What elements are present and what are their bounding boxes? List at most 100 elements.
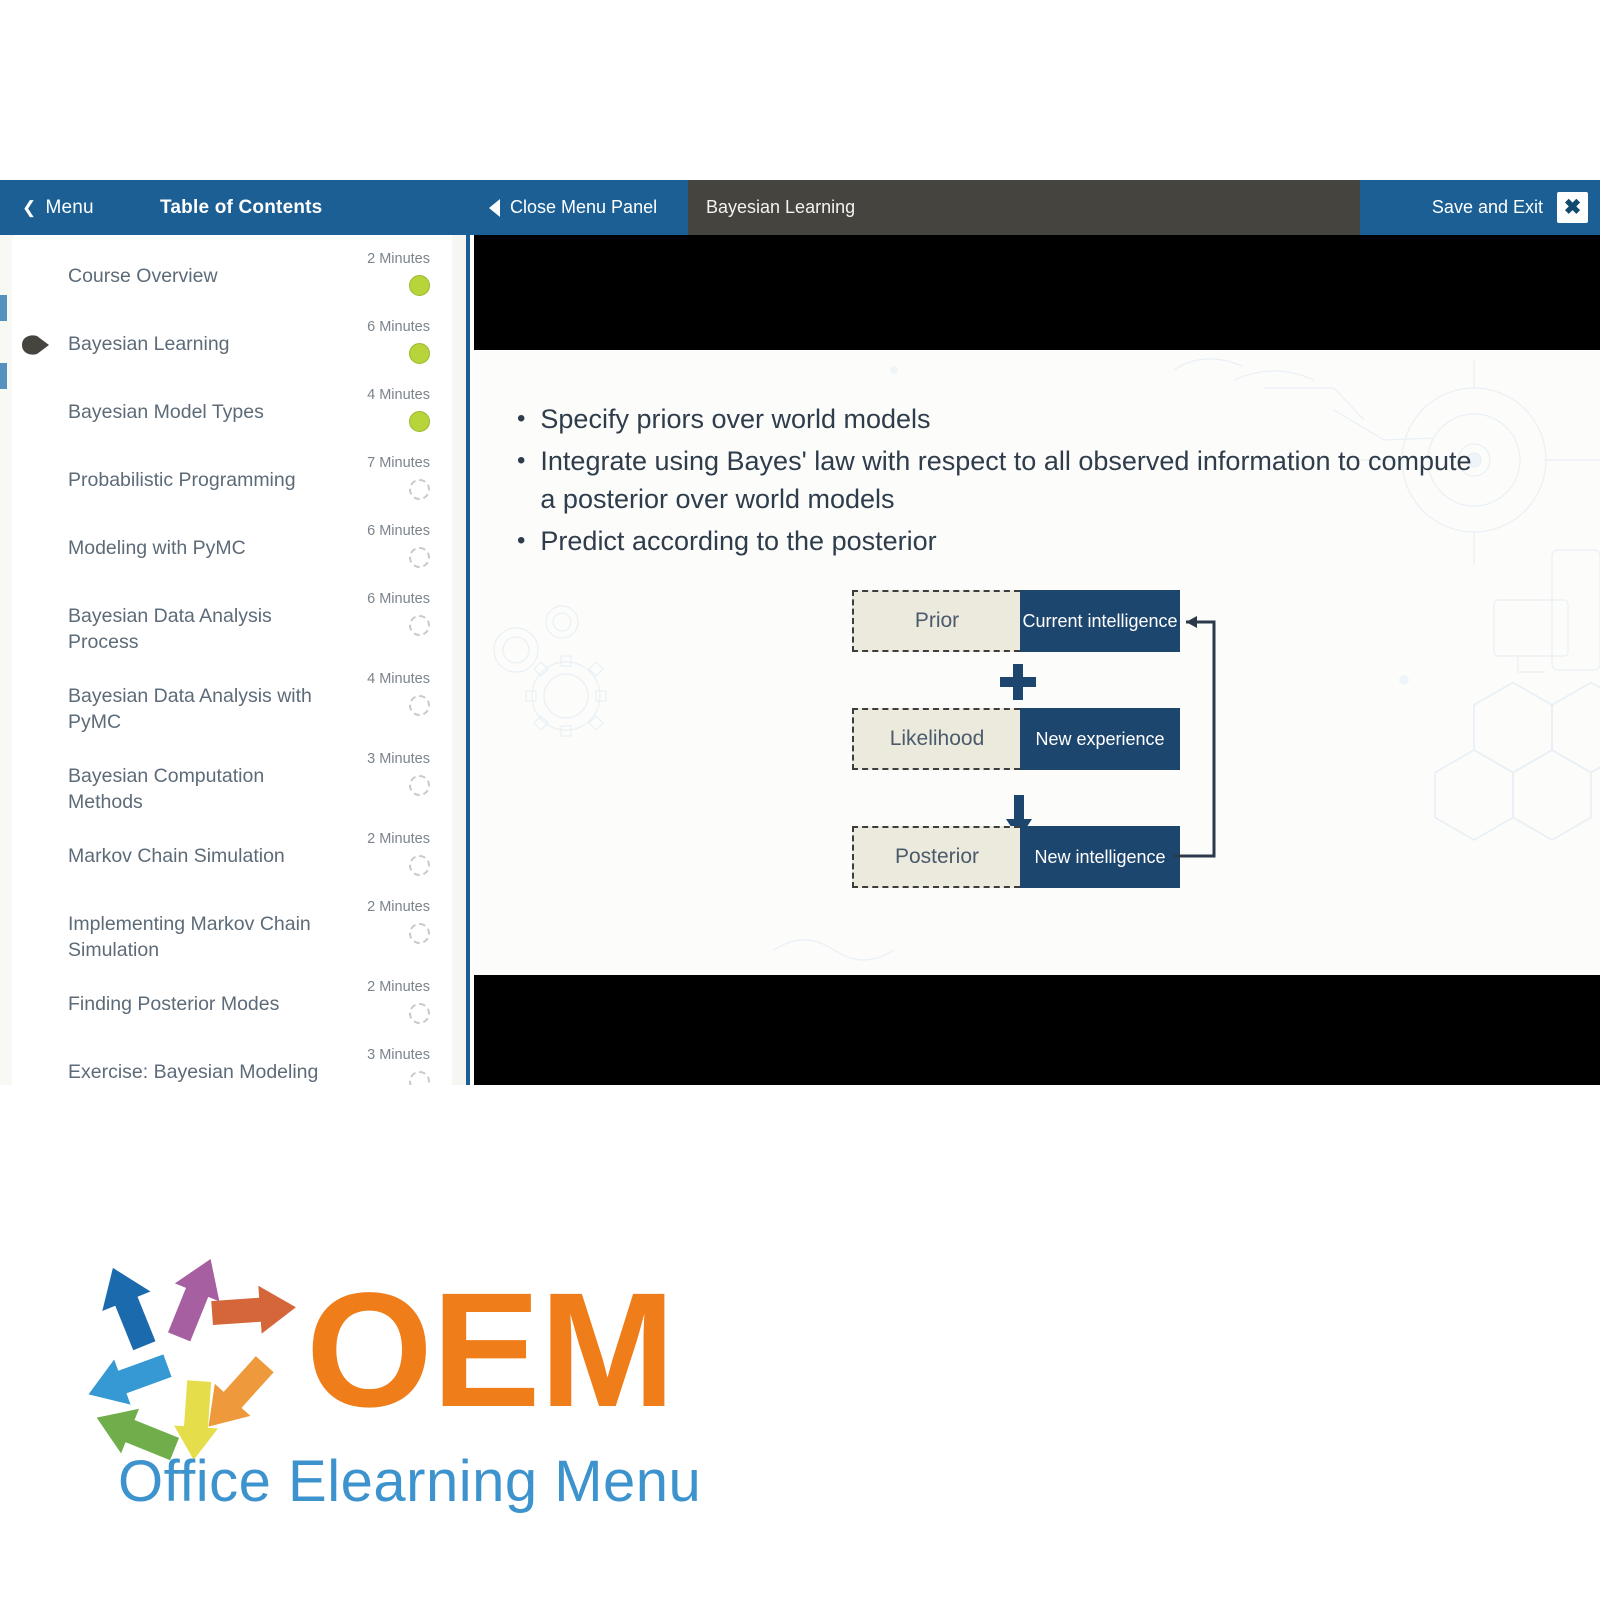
toc-item-duration: 6 Minutes bbox=[367, 319, 430, 335]
diagram-term-posterior: Posterior bbox=[852, 826, 1020, 888]
slide-stage: • Specify priors over world models • Integr… bbox=[474, 235, 1600, 1085]
toc-item-label: Course Overview bbox=[68, 265, 218, 287]
lesson-title: Bayesian Learning bbox=[706, 197, 856, 217]
lesson-title-bar: Bayesian Learning bbox=[688, 180, 1360, 235]
toc-item-duration: 3 Minutes bbox=[367, 751, 430, 767]
toc-item[interactable]: Bayesian Data Analysis Process 6 Minutes bbox=[12, 583, 452, 663]
course-player: ❮ Menu Table of Contents Close Menu Pane… bbox=[0, 180, 1600, 1085]
slide-bullet-text: Specify priors over world models bbox=[540, 404, 931, 434]
toc-item-label: Bayesian Computation Methods bbox=[68, 765, 265, 813]
toc-item-label: Bayesian Data Analysis Process bbox=[68, 605, 272, 653]
table-of-contents-panel[interactable]: Course Overview 2 Minutes Bayesian Learnin… bbox=[0, 235, 470, 1085]
toc-item-label: Finding Posterior Modes bbox=[68, 993, 280, 1015]
status-incomplete-icon bbox=[409, 923, 430, 944]
toc-item-label: Bayesian Data Analysis with PyMC bbox=[68, 685, 312, 733]
toc-item-label: Probabilistic Programming bbox=[68, 469, 296, 491]
toc-item[interactable]: Course Overview 2 Minutes bbox=[12, 243, 452, 311]
menu-button[interactable]: ❮ Menu bbox=[22, 197, 94, 219]
edge-marker bbox=[0, 295, 7, 321]
status-complete-icon bbox=[409, 275, 430, 296]
slide-canvas: • Specify priors over world models • Integr… bbox=[474, 350, 1600, 975]
slide-bullet: • Integrate using Bayes' law with respect… bbox=[517, 442, 1477, 518]
toc-item-meta: 3 Minutes bbox=[320, 751, 430, 796]
toc-item-duration: 2 Minutes bbox=[367, 831, 430, 847]
toc-list: Course Overview 2 Minutes Bayesian Learnin… bbox=[12, 235, 452, 1085]
status-incomplete-icon bbox=[409, 855, 430, 876]
toc-item[interactable]: Exercise: Bayesian Modeling with PyMC 3 M… bbox=[12, 1039, 452, 1085]
slide-bullet: • Predict according to the posterior bbox=[517, 522, 1477, 560]
toc-item-duration: 7 Minutes bbox=[367, 455, 430, 471]
toc-item-meta: 2 Minutes bbox=[320, 831, 430, 876]
slide-bullet-list: • Specify priors over world models • Integr… bbox=[517, 400, 1477, 564]
chevron-left-icon: ❮ bbox=[22, 198, 37, 217]
toc-item-meta: 2 Minutes bbox=[320, 251, 430, 296]
toc-item-label: Markov Chain Simulation bbox=[68, 845, 285, 867]
toc-item-meta: 3 Minutes bbox=[320, 1047, 430, 1085]
status-complete-icon bbox=[409, 343, 430, 364]
toc-item-duration: 2 Minutes bbox=[367, 979, 430, 995]
toc-item[interactable]: Implementing Markov Chain Simulation 2 Mi… bbox=[12, 891, 452, 971]
diagram-meaning-posterior: New intelligence bbox=[1020, 826, 1180, 888]
screenshot-root: ❮ Menu Table of Contents Close Menu Pane… bbox=[0, 0, 1600, 1600]
toc-item[interactable]: Bayesian Data Analysis with PyMC 4 Minute… bbox=[12, 663, 452, 743]
edge-marker bbox=[0, 363, 7, 389]
toc-item-duration: 2 Minutes bbox=[367, 899, 430, 915]
toc-item-duration: 4 Minutes bbox=[367, 671, 430, 687]
bayes-update-diagram: Prior Current intelligence Likelihood Ne… bbox=[852, 590, 1222, 900]
status-incomplete-icon bbox=[409, 479, 430, 500]
diagram-term-likelihood: Likelihood bbox=[852, 708, 1020, 770]
triangle-left-icon bbox=[489, 198, 500, 217]
toc-item[interactable]: Bayesian Learning 6 Minutes bbox=[12, 311, 452, 379]
toc-item[interactable]: Probabilistic Programming 7 Minutes bbox=[12, 447, 452, 515]
bullet-dot-icon: • bbox=[517, 447, 526, 474]
status-incomplete-icon bbox=[409, 547, 430, 568]
toc-item-label: Bayesian Learning bbox=[68, 333, 230, 355]
diagram-row-posterior: Posterior New intelligence bbox=[852, 826, 1180, 888]
diagram-term-prior: Prior bbox=[852, 590, 1020, 652]
status-incomplete-icon bbox=[409, 775, 430, 796]
oem-logo: OEM Office Elearning Menu bbox=[78, 1255, 738, 1545]
toc-item-duration: 3 Minutes bbox=[367, 1047, 430, 1063]
toc-item[interactable]: Bayesian Computation Methods 3 Minutes bbox=[12, 743, 452, 823]
diagram-row-prior: Prior Current intelligence bbox=[852, 590, 1180, 652]
player-top-bar: ❮ Menu Table of Contents Close Menu Pane… bbox=[0, 180, 1600, 235]
toc-item-meta: 6 Minutes bbox=[320, 523, 430, 568]
status-incomplete-icon bbox=[409, 615, 430, 636]
toc-item[interactable]: Markov Chain Simulation 2 Minutes bbox=[12, 823, 452, 891]
toc-item-duration: 2 Minutes bbox=[367, 251, 430, 267]
bullet-dot-icon: • bbox=[517, 527, 526, 554]
status-incomplete-icon bbox=[409, 1071, 430, 1085]
diagram-meaning-prior: Current intelligence bbox=[1020, 590, 1180, 652]
close-menu-panel-label: Close Menu Panel bbox=[510, 197, 658, 217]
toc-item-duration: 4 Minutes bbox=[367, 387, 430, 403]
player-actions: Save and Exit ✖ bbox=[1360, 180, 1600, 235]
plus-icon bbox=[1000, 664, 1036, 700]
slide-bullet-text: Predict according to the posterior bbox=[540, 526, 937, 556]
close-menu-panel-button[interactable]: Close Menu Panel bbox=[463, 180, 688, 235]
toc-item-duration: 6 Minutes bbox=[367, 591, 430, 607]
toc-item-meta: 6 Minutes bbox=[320, 319, 430, 364]
oem-tagline: Office Elearning Menu bbox=[118, 1449, 702, 1514]
table-of-contents-title: Table of Contents bbox=[160, 196, 323, 218]
oem-wordmark: OEM bbox=[306, 1258, 675, 1441]
diagram-meaning-likelihood: New experience bbox=[1020, 708, 1180, 770]
close-icon[interactable]: ✖ bbox=[1557, 192, 1588, 223]
save-and-exit-button[interactable]: Save and Exit bbox=[1432, 197, 1543, 218]
toc-item[interactable]: Modeling with PyMC 6 Minutes bbox=[12, 515, 452, 583]
bullet-dot-icon: • bbox=[517, 405, 526, 432]
menu-button-label: Menu bbox=[45, 196, 94, 218]
toc-item[interactable]: Bayesian Model Types 4 Minutes bbox=[12, 379, 452, 447]
toc-item[interactable]: Finding Posterior Modes 2 Minutes bbox=[12, 971, 452, 1039]
toc-item-meta: 6 Minutes bbox=[320, 591, 430, 636]
status-complete-icon bbox=[409, 411, 430, 432]
feedback-loop-arrow-icon bbox=[1174, 616, 1216, 858]
circular-arrows-icon bbox=[88, 1259, 296, 1460]
diagram-row-likelihood: Likelihood New experience bbox=[852, 708, 1180, 770]
toc-item-meta: 4 Minutes bbox=[320, 671, 430, 716]
status-incomplete-icon bbox=[409, 1003, 430, 1024]
toc-item-meta: 7 Minutes bbox=[320, 455, 430, 500]
slide-bullet-text: Integrate using Bayes' law with respect … bbox=[540, 446, 1472, 514]
current-lesson-pointer-icon bbox=[20, 334, 50, 356]
toc-item-label: Bayesian Model Types bbox=[68, 401, 264, 423]
toc-item-meta: 4 Minutes bbox=[320, 387, 430, 432]
